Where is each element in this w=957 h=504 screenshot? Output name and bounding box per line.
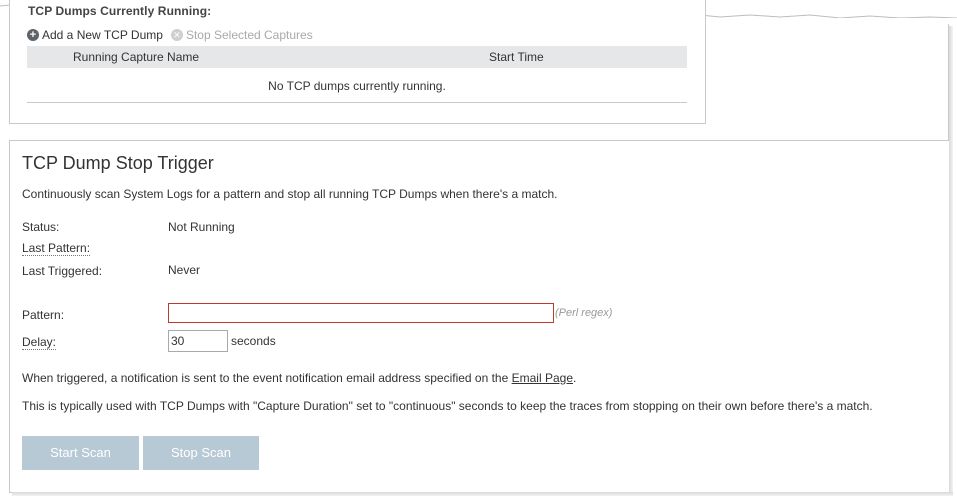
start-scan-button[interactable]: Start Scan [22,436,139,470]
status-label: Status: [22,220,60,234]
last-pattern-label[interactable]: Last Pattern: [22,241,91,256]
pattern-input[interactable] [168,303,554,323]
last-triggered-label: Last Triggered: [22,264,103,278]
page-shadow-bottom [12,492,953,496]
stop-trigger-description: Continuously scan System Logs for a patt… [22,187,558,201]
stop-selected-captures-button[interactable]: ✕ Stop Selected Captures [170,28,313,42]
usage-note: This is typically used with TCP Dumps wi… [22,399,873,413]
notification-note-suffix: . [573,371,577,385]
stop-trigger-title: TCP Dump Stop Trigger [22,153,214,173]
stop-selected-captures-label: Stop Selected Captures [185,28,313,42]
notification-note-text: When triggered, a notification is sent t… [22,371,512,385]
pattern-label: Pattern: [22,308,65,322]
running-captures-title: TCP Dumps Currently Running: [28,4,212,18]
status-value: Not Running [168,220,235,234]
delay-unit: seconds [231,334,276,348]
stop-scan-button[interactable]: Stop Scan [143,436,259,470]
add-tcp-dump-button[interactable]: + Add a New TCP Dump [27,28,163,42]
close-icon: ✕ [170,29,183,41]
pattern-hint: (Perl regex) [555,307,613,319]
plus-icon: + [27,29,39,41]
captures-table-header: Running Capture Name Start Time [27,46,687,68]
delay-input[interactable] [168,330,228,352]
add-tcp-dump-label: Add a New TCP Dump [42,28,163,42]
panel-right-border [704,24,949,140]
column-header-start-time[interactable]: Start Time [489,50,544,64]
notification-note: When triggered, a notification is sent t… [22,371,576,385]
last-triggered-value: Never [168,263,201,277]
email-page-link[interactable]: Email Page [512,371,573,385]
page-shadow-right [949,26,953,495]
captures-toolbar: + Add a New TCP Dump ✕ Stop Selected Cap… [27,27,313,43]
delay-label[interactable]: Delay: [22,335,57,350]
column-header-capture-name[interactable]: Running Capture Name [73,50,199,64]
captures-table-empty-message: No TCP dumps currently running. [27,70,687,103]
